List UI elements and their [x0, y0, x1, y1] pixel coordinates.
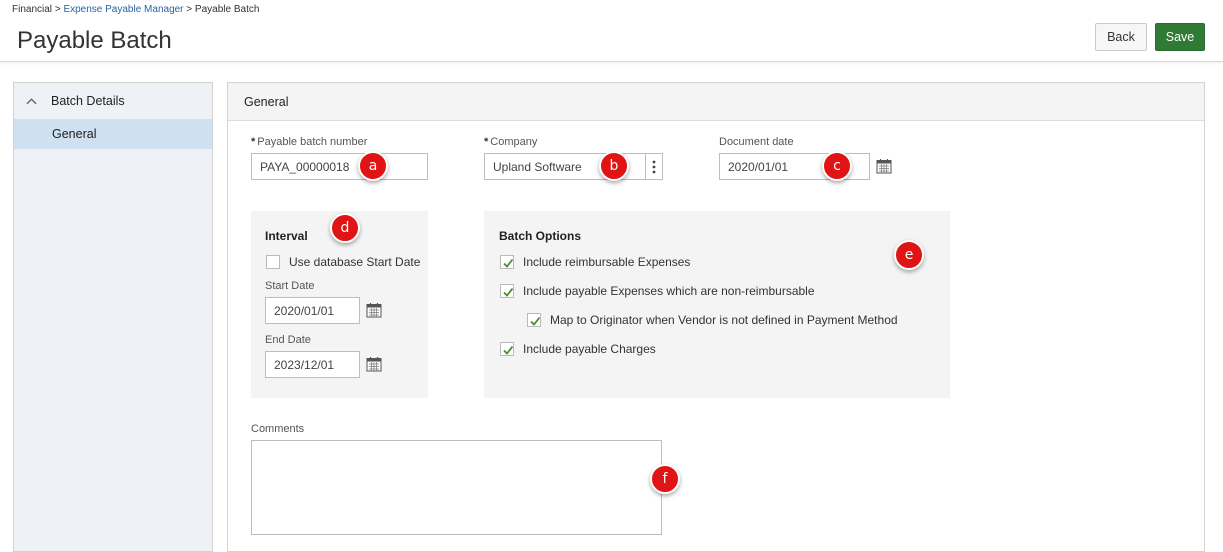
start-date-label: Start Date [265, 280, 315, 292]
back-button[interactable]: Back [1095, 23, 1147, 51]
comments-label: Comments [251, 423, 305, 435]
callout-marker-c: c [822, 151, 852, 181]
batch-number-label: * Payable batch number [251, 136, 368, 148]
callout-marker-f: f [650, 464, 680, 494]
include-reimbursable-label: Include reimbursable Expenses [523, 255, 691, 269]
callout-marker-d: d [330, 213, 360, 243]
breadcrumb-root: Financial [12, 4, 53, 15]
start-date-input[interactable]: 2020/01/01 [265, 297, 360, 324]
panel-title: General [228, 83, 1204, 121]
calendar-icon[interactable] [366, 356, 382, 372]
sidebar-item-general[interactable]: General [14, 119, 212, 149]
comments-textarea[interactable] [251, 440, 662, 535]
map-to-originator-label: Map to Originator when Vendor is not def… [550, 313, 898, 327]
include-charges-label: Include payable Charges [523, 342, 656, 356]
document-date-label: Document date [719, 136, 794, 148]
use-db-start-label: Use database Start Date [289, 255, 421, 269]
breadcrumb-separator: > [186, 4, 193, 15]
include-non-reimbursable-checkbox[interactable] [500, 284, 514, 298]
sidebar-section-label: Batch Details [51, 94, 125, 108]
include-reimbursable-checkbox[interactable] [500, 255, 514, 269]
end-date-label: End Date [265, 334, 311, 346]
sidebar-section-batch-details[interactable]: Batch Details [14, 83, 212, 119]
callout-marker-a: a [358, 151, 388, 181]
checkmark-icon [530, 316, 541, 326]
kebab-menu-icon [652, 160, 656, 173]
calendar-icon[interactable] [366, 302, 382, 318]
page-title: Payable Batch [17, 27, 172, 54]
callout-marker-e: e [894, 240, 924, 270]
checkmark-icon [503, 287, 514, 297]
required-marker: * [484, 136, 489, 148]
save-button[interactable]: Save [1155, 23, 1205, 51]
company-label: * Company [484, 136, 538, 148]
company-options-button[interactable] [646, 153, 663, 180]
required-marker: * [251, 136, 256, 148]
batch-options-title: Batch Options [499, 229, 582, 243]
batch-number-input[interactable]: PAYA_00000018 [251, 153, 428, 180]
include-non-reimbursable-label: Include payable Expenses which are non-r… [523, 284, 815, 298]
sidebar: Batch Details General [13, 82, 213, 552]
breadcrumb-current: Payable Batch [194, 4, 260, 15]
breadcrumb: Financial > Expense Payable Manager > Pa… [12, 4, 259, 15]
checkmark-icon [503, 345, 514, 355]
end-date-input[interactable]: 2023/12/01 [265, 351, 360, 378]
chevron-up-icon [26, 97, 37, 104]
breadcrumb-link-expense-payable-manager[interactable]: Expense Payable Manager [63, 4, 183, 15]
callout-marker-b: b [599, 151, 629, 181]
include-charges-checkbox[interactable] [500, 342, 514, 356]
calendar-icon[interactable] [876, 158, 892, 174]
page-header: Financial > Expense Payable Manager > Pa… [0, 0, 1223, 62]
use-db-start-checkbox[interactable] [266, 255, 280, 269]
map-to-originator-checkbox[interactable] [527, 313, 541, 327]
interval-title: Interval [265, 229, 308, 243]
breadcrumb-separator: > [54, 4, 61, 15]
checkmark-icon [503, 258, 514, 268]
